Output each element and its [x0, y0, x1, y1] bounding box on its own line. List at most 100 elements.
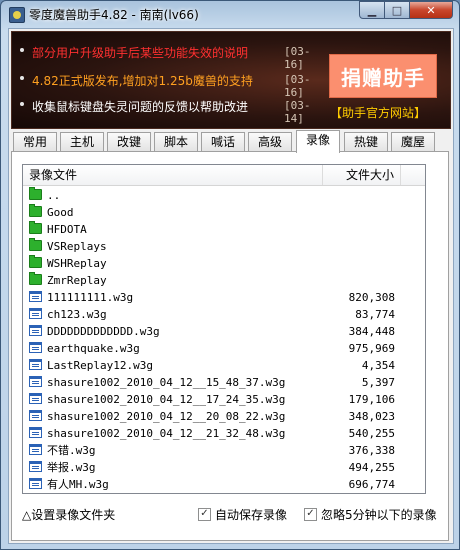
list-rows: .. Good HFDOTA VSReplays WSHReplay ZmrReplay 1… — [23, 187, 425, 493]
tab-script[interactable]: 脚本 — [154, 132, 198, 151]
news-date: [03-16] — [284, 45, 311, 71]
replay-file-icon — [29, 427, 42, 438]
list-header: 录像文件 文件大小 — [23, 165, 425, 186]
bullet-icon — [20, 102, 24, 106]
replay-file-icon — [29, 342, 42, 353]
client-area: 部分用户升级助手后某些功能失效的说明 [03-16] 4.82正式版发布,增加对… — [8, 28, 454, 544]
replay-file-icon — [29, 308, 42, 319]
replay-file-row[interactable]: 111111111.w3g 820,308 — [23, 289, 425, 306]
replay-file-icon — [29, 393, 42, 404]
checkbox-checked-icon[interactable]: ✓ — [198, 508, 211, 521]
folder-row[interactable]: VSReplays — [23, 238, 425, 255]
ignore-short-label: 忽略5分钟以下的录像 — [321, 508, 437, 522]
file-name: .. — [47, 189, 61, 202]
news-text[interactable]: 收集鼠标键盘失灵问题的反馈以帮助改进 — [32, 98, 248, 115]
replay-file-row[interactable]: LastReplay12.w3g 4,354 — [23, 357, 425, 374]
file-name: 有人MH.w3g — [47, 478, 109, 491]
file-name: WSHReplay — [47, 257, 107, 270]
file-name: LastReplay12.w3g — [47, 359, 153, 372]
news-item[interactable]: 部分用户升级助手后某些功能失效的说明 [03-16] — [20, 42, 320, 71]
file-name: shasure1002_2010_04_12__17_24_35.w3g — [47, 393, 286, 406]
maximize-button[interactable]: □ — [385, 1, 410, 19]
tab-shout[interactable]: 喊话 — [201, 132, 245, 151]
folder-row[interactable]: Good — [23, 204, 425, 221]
replay-file-row[interactable]: shasure1002_2010_04_12__20_08_22.w3g 348,… — [23, 408, 425, 425]
file-size: 376,338 — [348, 444, 395, 457]
file-name: earthquake.w3g — [47, 342, 140, 355]
replay-file-row[interactable]: 有人MH.w3g 696,774 — [23, 476, 425, 493]
file-size: 4,354 — [361, 359, 395, 372]
folder-row[interactable]: HFDOTA — [23, 221, 425, 238]
tab-hotkey[interactable]: 热键 — [344, 132, 388, 151]
folder-icon — [29, 238, 42, 251]
replay-file-row[interactable]: earthquake.w3g 975,969 — [23, 340, 425, 357]
close-button[interactable]: ✕ — [410, 1, 453, 19]
file-size: 540,255 — [348, 427, 395, 440]
tab-mowu[interactable]: 魔屋 — [391, 132, 435, 151]
folder-icon — [29, 221, 42, 234]
minimize-button[interactable]: ▁ — [359, 1, 385, 19]
file-size: 494,255 — [348, 461, 395, 474]
folder-icon — [29, 255, 42, 268]
replay-file-row[interactable]: DDDDDDDDDDDDD.w3g 384,448 — [23, 323, 425, 340]
replay-file-icon — [29, 359, 42, 370]
news-text[interactable]: 部分用户升级助手后某些功能失效的说明 — [32, 44, 248, 61]
file-size: 820,308 — [348, 291, 395, 304]
tab-strip: 常用 主机 改键 脚本 喊话 高级 录像 热键 魔屋 — [11, 130, 449, 153]
file-name: Good — [47, 206, 74, 219]
file-name: VSReplays — [47, 240, 107, 253]
tab-host[interactable]: 主机 — [60, 132, 104, 151]
ignore-short-checkbox[interactable]: ✓ 忽略5分钟以下的录像 — [304, 506, 437, 523]
set-replay-folder-link[interactable]: △设置录像文件夹 — [22, 506, 115, 523]
folder-icon — [29, 187, 42, 200]
replay-list[interactable]: 录像文件 文件大小 .. Good HFDOTA VSReplays WSHReplay… — [22, 164, 426, 494]
file-name: 不错.w3g — [47, 444, 96, 457]
folder-row[interactable]: ZmrReplay — [23, 272, 425, 289]
donate-button[interactable]: 捐赠助手 — [329, 54, 437, 98]
replay-file-row[interactable]: 举报.w3g 494,255 — [23, 459, 425, 476]
maximize-icon: □ — [391, 3, 403, 17]
file-name: ZmrReplay — [47, 274, 107, 287]
folder-row[interactable]: .. — [23, 187, 425, 204]
app-logo-icon — [9, 7, 25, 23]
auto-save-checkbox[interactable]: ✓ 自动保存录像 — [198, 506, 287, 523]
replay-file-icon — [29, 461, 42, 472]
replay-file-row[interactable]: ch123.w3g 83,774 — [23, 306, 425, 323]
replay-footer: △设置录像文件夹 ✓ 自动保存录像 ✓ 忽略5分钟以下的录像 — [12, 498, 448, 532]
replay-file-icon — [29, 478, 42, 489]
app-window: 零度魔兽助手4.82 - 南南(lv66) ▁ □ ✕ 部分用户升级助手后某些功… — [0, 0, 460, 550]
replay-file-row[interactable]: 不错.w3g 376,338 — [23, 442, 425, 459]
tab-common[interactable]: 常用 — [13, 132, 57, 151]
minimize-icon: ▁ — [367, 3, 377, 17]
caption-buttons: ▁ □ ✕ — [359, 1, 453, 20]
replay-panel: 录像文件 文件大小 .. Good HFDOTA VSReplays WSHReplay… — [11, 151, 449, 541]
news-text[interactable]: 4.82正式版发布,增加对1.25b魔兽的支持 — [32, 72, 253, 89]
checkbox-checked-icon[interactable]: ✓ — [304, 508, 317, 521]
file-name: shasure1002_2010_04_12__21_32_48.w3g — [47, 427, 286, 440]
column-header-filesize[interactable]: 文件大小 — [323, 165, 401, 185]
file-name: DDDDDDDDDDDDD.w3g — [47, 325, 160, 338]
official-site-link[interactable]: 【助手官方网站】 — [330, 104, 426, 121]
replay-file-row[interactable]: shasure1002_2010_04_12__15_48_37.w3g 5,39… — [23, 374, 425, 391]
tab-replay[interactable]: 录像 — [296, 130, 340, 153]
auto-save-label: 自动保存录像 — [215, 508, 288, 522]
tab-keymap[interactable]: 改键 — [107, 132, 151, 151]
tab-advanced[interactable]: 高级 — [248, 132, 292, 151]
replay-file-row[interactable]: shasure1002_2010_04_12__17_24_35.w3g 179,… — [23, 391, 425, 408]
file-size: 83,774 — [355, 308, 395, 321]
folder-icon — [29, 272, 42, 285]
replay-file-icon — [29, 376, 42, 387]
replay-file-icon — [29, 325, 42, 336]
bullet-icon — [20, 48, 24, 52]
window-title: 零度魔兽助手4.82 - 南南(lv66) — [29, 8, 199, 22]
news-date: [03-14] — [284, 99, 311, 125]
title-bar[interactable]: 零度魔兽助手4.82 - 南南(lv66) ▁ □ ✕ — [1, 1, 459, 27]
news-item[interactable]: 4.82正式版发布,增加对1.25b魔兽的支持 [03-16] — [20, 70, 320, 99]
file-name: shasure1002_2010_04_12__15_48_37.w3g — [47, 376, 286, 389]
replay-file-row[interactable]: shasure1002_2010_04_12__21_32_48.w3g 540,… — [23, 425, 425, 442]
file-size: 696,774 — [348, 478, 395, 491]
folder-row[interactable]: WSHReplay — [23, 255, 425, 272]
news-item[interactable]: 收集鼠标键盘失灵问题的反馈以帮助改进 [03-14] — [20, 96, 320, 125]
file-size: 384,448 — [348, 325, 395, 338]
column-header-filename[interactable]: 录像文件 — [23, 165, 323, 185]
